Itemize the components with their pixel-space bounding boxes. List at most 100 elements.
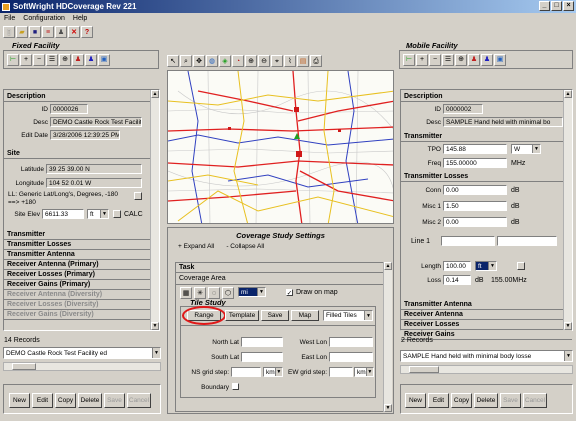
ew-unit-select[interactable]: km ▼ [354,367,374,377]
db-icon[interactable]: ▣ [98,53,110,66]
line1-field[interactable] [441,236,495,246]
section-receiver-losses-diversity[interactable]: Receiver Losses (Diversity) [4,300,159,310]
new-button[interactable]: New [9,393,30,408]
locate-icon[interactable]: ⌖ [271,55,283,67]
conn-field[interactable]: 0.00 [443,185,507,195]
scroll-down-icon[interactable]: ▼ [384,404,392,412]
cancel-x-icon[interactable]: ✕ [68,26,80,38]
print-icon[interactable]: ⎙ [310,55,322,67]
save-tab[interactable]: Save [261,310,289,321]
pointer-icon[interactable]: ↖ [167,55,179,67]
length-unit-select[interactable]: ft ▼ [475,261,497,271]
globe-icon[interactable]: ◍ [206,55,218,67]
coverage-scrollbar[interactable]: ▲ ▼ [383,262,392,412]
new-button[interactable]: New [405,393,426,408]
link-icon[interactable]: ⊢ [403,53,415,66]
binoculars-icon[interactable]: ⊕ [455,53,467,66]
scroll-up-icon[interactable]: ▲ [384,262,392,270]
delete-button[interactable]: Delete [78,393,102,408]
desc-field[interactable]: DEMO Castle Rock Test Facilit [50,117,142,127]
db-icon[interactable]: ▣ [494,53,506,66]
mobile-record-select[interactable]: SAMPLE Hand held with minimal body losse… [400,350,573,362]
section-transmitter-losses[interactable]: Transmitter Losses [4,240,159,250]
minimize-button[interactable]: _ [539,1,550,11]
remove-icon[interactable]: − [33,53,45,66]
color-ramp-icon[interactable]: ▤ [297,55,309,67]
misc2-field[interactable]: 0.00 [443,217,507,227]
binoculars-icon[interactable]: ⊕ [59,53,71,66]
zoom-in-icon[interactable]: ⊕ [245,55,257,67]
east-lon-field[interactable] [329,352,373,362]
transmitter-heading[interactable]: Transmitter [401,132,572,142]
copy-button[interactable]: Copy [55,393,76,408]
ns-unit-select[interactable]: km ▼ [263,367,283,377]
menu-file[interactable]: File [4,15,15,22]
section-receiver-gains-diversity[interactable]: Receiver Gains (Diversity) [4,310,159,320]
help-icon[interactable]: ? [81,26,93,38]
list-icon[interactable]: ☰ [46,53,58,66]
line1-type-field[interactable] [497,236,557,246]
section-receiver-losses[interactable]: Receiver Losses [401,320,572,330]
tpo-unit-select[interactable]: W ▼ [511,144,541,154]
section-transmitter-antenna[interactable]: Transmitter Antenna [401,300,572,310]
users-icon[interactable]: ♟ [72,53,84,66]
settings-icon[interactable]: ≡ [42,26,54,38]
zoom-out-icon[interactable]: ⊖ [258,55,270,67]
length-field[interactable]: 100.00 [443,261,471,271]
users-alt-icon[interactable]: ♟ [85,53,97,66]
map-view[interactable] [167,70,394,224]
scroll-up-icon[interactable]: ▲ [151,90,159,98]
fixed-hscroll[interactable] [3,362,161,371]
add-icon[interactable]: + [20,53,32,66]
expand-all-link[interactable]: + Expand All [178,243,214,250]
edit-button[interactable]: Edit [32,393,53,408]
layers-icon[interactable]: ◈ [219,55,231,67]
fixed-record-select[interactable]: DEMO Castle Rock Test Facility ed ▼ [3,347,161,359]
link-icon[interactable]: ⊢ [7,53,19,66]
save-button[interactable]: Save [104,393,125,408]
close-button[interactable]: × [563,1,574,11]
save-disk-icon[interactable]: ■ [29,26,41,38]
section-receiver-antenna-diversity[interactable]: Receiver Antenna (Diversity) [4,290,159,300]
misc1-field[interactable]: 1.50 [443,201,507,211]
section-receiver-antenna[interactable]: Receiver Antenna [401,310,572,320]
menu-help[interactable]: Help [73,15,87,22]
list-icon[interactable]: ☰ [442,53,454,66]
tpo-field[interactable]: 145.88 [443,144,507,154]
menu-configuration[interactable]: Configuration [23,15,65,22]
site-elev-field[interactable]: 6611.33 [42,209,84,219]
scroll-down-icon[interactable]: ▼ [151,322,159,330]
scroll-down-icon[interactable]: ▼ [564,322,572,330]
section-receiver-gains-primary[interactable]: Receiver Gains (Primary) [4,280,159,290]
task-heading[interactable]: Task [176,263,384,273]
west-lon-field[interactable] [329,337,373,347]
elev-unit-select[interactable]: ft ▼ [87,209,109,219]
fill-option-select[interactable]: Filled Tiles ▼ [323,310,373,321]
tx-losses-heading[interactable]: Transmitter Losses [401,172,572,182]
user-icon[interactable]: ♟ [55,26,67,38]
users-alt-icon[interactable]: ♟ [481,53,493,66]
cancel-button[interactable]: Cancel [127,393,151,408]
remove-icon[interactable]: − [429,53,441,66]
draw-on-map-checkbox[interactable]: ✓ [286,289,293,297]
ll-button[interactable] [134,192,142,200]
add-icon[interactable]: + [416,53,428,66]
zoom-icon[interactable]: ⌕ [180,55,192,67]
description-heading[interactable]: Description [4,92,159,102]
north-lat-field[interactable] [241,337,283,347]
scroll-up-icon[interactable]: ▲ [564,90,572,98]
ns-grid-field[interactable] [231,367,261,377]
mobile-desc-field[interactable]: SAMPLE Hand held with minimal bo [443,117,563,127]
fixed-scrollbar[interactable]: ▲ ▼ [150,90,159,330]
section-receiver-antenna-primary[interactable]: Receiver Antenna (Primary) [4,260,159,270]
longitude-field[interactable]: 104 52 0.01 W [46,178,142,188]
measure-icon[interactable]: ⌇ [284,55,296,67]
users-icon[interactable]: ♟ [468,53,480,66]
latitude-field[interactable]: 39 25 39.00 N [46,164,142,174]
open-folder-icon[interactable]: ▰ [16,26,28,38]
section-transmitter[interactable]: Transmitter [4,230,159,240]
maximize-button[interactable]: □ [551,1,562,11]
south-lat-field[interactable] [241,352,283,362]
copy-button[interactable]: Copy [451,393,472,408]
mobile-description-heading[interactable]: Description [401,92,572,102]
